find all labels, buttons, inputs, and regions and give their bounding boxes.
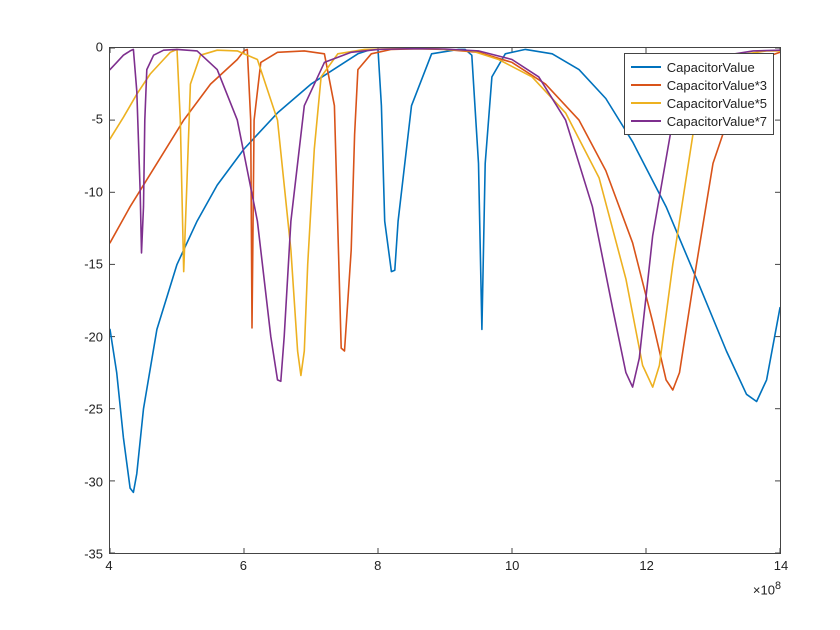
- legend-label: CapacitorValue*5: [667, 96, 767, 111]
- legend-swatch: [631, 84, 661, 86]
- figure-container: 0 -5 -10 -15 -20 -25 -30 -35 4 6 8 10 12…: [0, 0, 840, 630]
- legend-entry[interactable]: CapacitorValue*5: [631, 94, 767, 112]
- legend-entry[interactable]: CapacitorValue*3: [631, 76, 767, 94]
- legend-entry[interactable]: CapacitorValue*7: [631, 112, 767, 130]
- y-tick-label: -10: [0, 184, 103, 199]
- legend-label: CapacitorValue*3: [667, 78, 767, 93]
- x-tick-label: 4: [105, 558, 112, 573]
- legend-swatch: [631, 66, 661, 68]
- x-axis-tick-labels: 4 6 8 10 12 14: [109, 556, 781, 586]
- y-tick-label: -20: [0, 329, 103, 344]
- y-tick-label: -5: [0, 112, 103, 127]
- x-tick-label: 12: [639, 558, 653, 573]
- legend-label: CapacitorValue*7: [667, 114, 767, 129]
- y-tick-label: 0: [0, 40, 103, 55]
- y-axis-tick-labels: 0 -5 -10 -15 -20 -25 -30 -35: [0, 47, 103, 554]
- plot-area[interactable]: CapacitorValue CapacitorValue*3 Capacito…: [109, 47, 781, 554]
- y-tick-label: -25: [0, 402, 103, 417]
- x-tick-label: 6: [240, 558, 247, 573]
- legend-label: CapacitorValue: [667, 60, 755, 75]
- y-tick-label: -30: [0, 474, 103, 489]
- y-tick-label: -35: [0, 547, 103, 562]
- legend-swatch: [631, 120, 661, 122]
- x-axis-exponent: ×108: [753, 580, 781, 597]
- y-tick-label: -15: [0, 257, 103, 272]
- legend-swatch: [631, 102, 661, 104]
- legend[interactable]: CapacitorValue CapacitorValue*3 Capacito…: [624, 53, 774, 135]
- x-tick-label: 10: [505, 558, 519, 573]
- legend-entry[interactable]: CapacitorValue: [631, 58, 767, 76]
- x-tick-label: 8: [374, 558, 381, 573]
- x-tick-label: 14: [774, 558, 788, 573]
